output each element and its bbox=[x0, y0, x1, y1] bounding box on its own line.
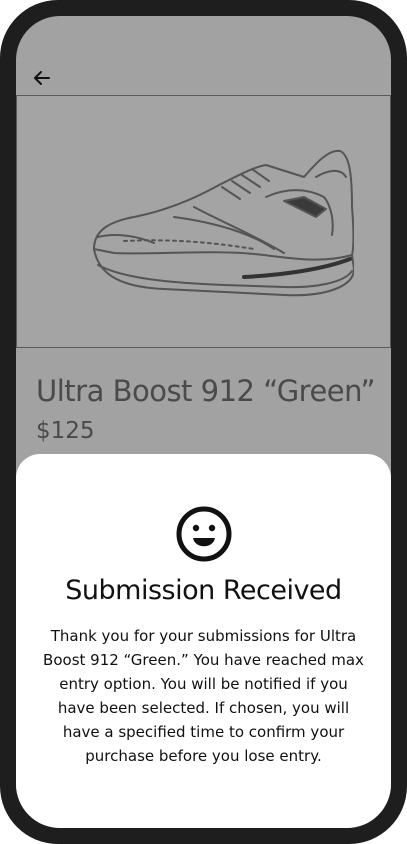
back-button[interactable] bbox=[30, 66, 54, 90]
device-frame: Ultra Boost 912 “Green” $125 Submission … bbox=[0, 0, 407, 844]
sneaker-image bbox=[92, 149, 354, 296]
smiley-icon bbox=[176, 506, 232, 562]
product-price: $125 bbox=[36, 418, 95, 444]
modal-message: Thank you for your submissions for Ultra… bbox=[43, 627, 364, 765]
confirmation-sheet: Submission Received Thank you for your s… bbox=[16, 454, 391, 828]
product-title: Ultra Boost 912 “Green” bbox=[36, 374, 375, 408]
arrow-left-icon bbox=[34, 71, 50, 85]
modal-title: Submission Received bbox=[65, 575, 342, 606]
screen: Ultra Boost 912 “Green” $125 Submission … bbox=[16, 16, 391, 828]
product-image bbox=[16, 95, 391, 348]
